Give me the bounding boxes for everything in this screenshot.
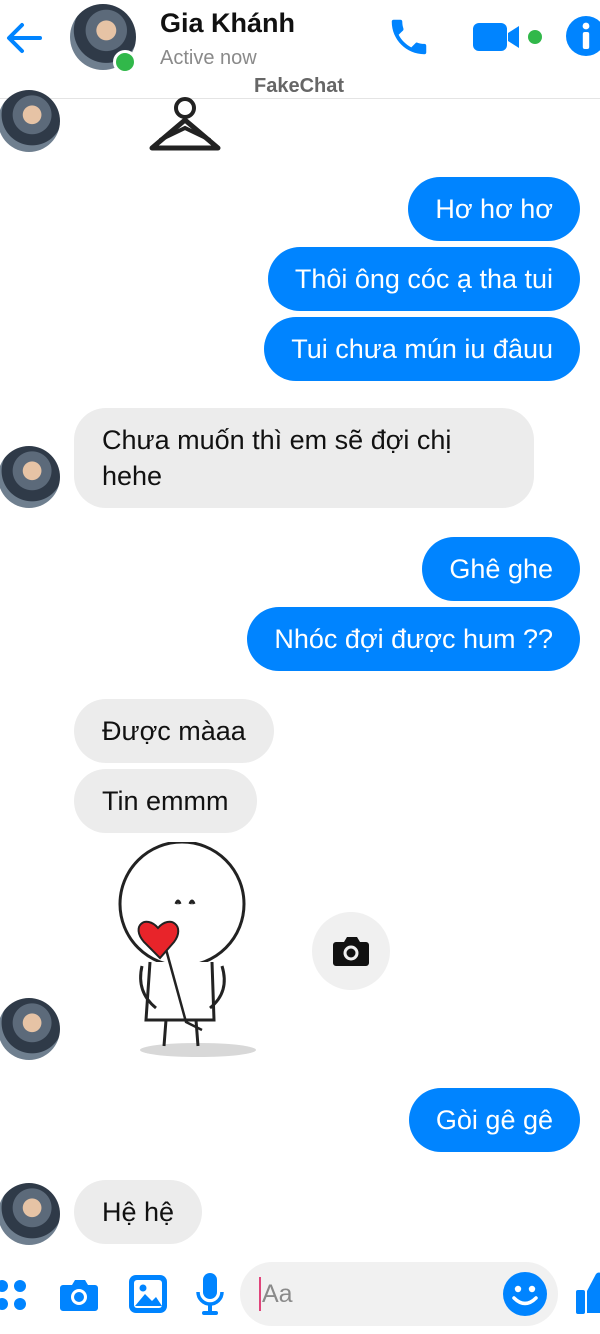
back-arrow-icon[interactable]: [2, 16, 46, 60]
sticker-image[interactable]: [106, 842, 258, 1062]
camera-icon: [333, 937, 369, 966]
message-outgoing[interactable]: Gòi gê gê: [408, 1088, 580, 1152]
camera-icon[interactable]: [58, 1275, 100, 1315]
message-outgoing[interactable]: Hơ hơ hơ: [408, 177, 580, 241]
online-indicator: [113, 50, 137, 74]
message-outgoing[interactable]: Nhóc đợi được hum ??: [247, 607, 580, 671]
message-incoming[interactable]: Hệ hệ: [74, 1180, 203, 1244]
like-icon[interactable]: [574, 1270, 600, 1316]
sticker-image: [149, 97, 221, 151]
message-incoming[interactable]: Tin emmm: [74, 769, 257, 833]
message-outgoing[interactable]: Thôi ông cóc ạ tha tui: [267, 247, 580, 311]
message-input-placeholder: Aa: [262, 1280, 293, 1308]
contact-avatar-small: [0, 1183, 60, 1245]
gallery-icon[interactable]: [128, 1274, 168, 1314]
emoji-icon[interactable]: [502, 1271, 548, 1317]
active-status: Active now: [160, 47, 257, 69]
message-outgoing[interactable]: Ghê ghe: [422, 537, 580, 601]
video-icon[interactable]: [472, 20, 524, 54]
message-outgoing[interactable]: Tui chưa mún iu đâuu: [264, 317, 580, 381]
apps-icon[interactable]: [0, 1278, 30, 1314]
contact-avatar-small: [0, 446, 60, 508]
text-cursor: [259, 1277, 261, 1311]
message-incoming[interactable]: Được màaa: [74, 699, 274, 763]
contact-avatar-small: [0, 998, 60, 1060]
watermark-label: FakeChat: [254, 75, 345, 97]
message-incoming[interactable]: Chưa muốn thì em sẽ đợi chị hehe: [74, 408, 534, 508]
info-icon[interactable]: [566, 16, 600, 56]
contact-name[interactable]: Gia Khánh: [160, 8, 295, 39]
call-active-dot: [528, 30, 542, 44]
contact-avatar-small: [0, 90, 60, 152]
mic-icon[interactable]: [196, 1272, 224, 1316]
phone-icon[interactable]: [386, 14, 432, 60]
